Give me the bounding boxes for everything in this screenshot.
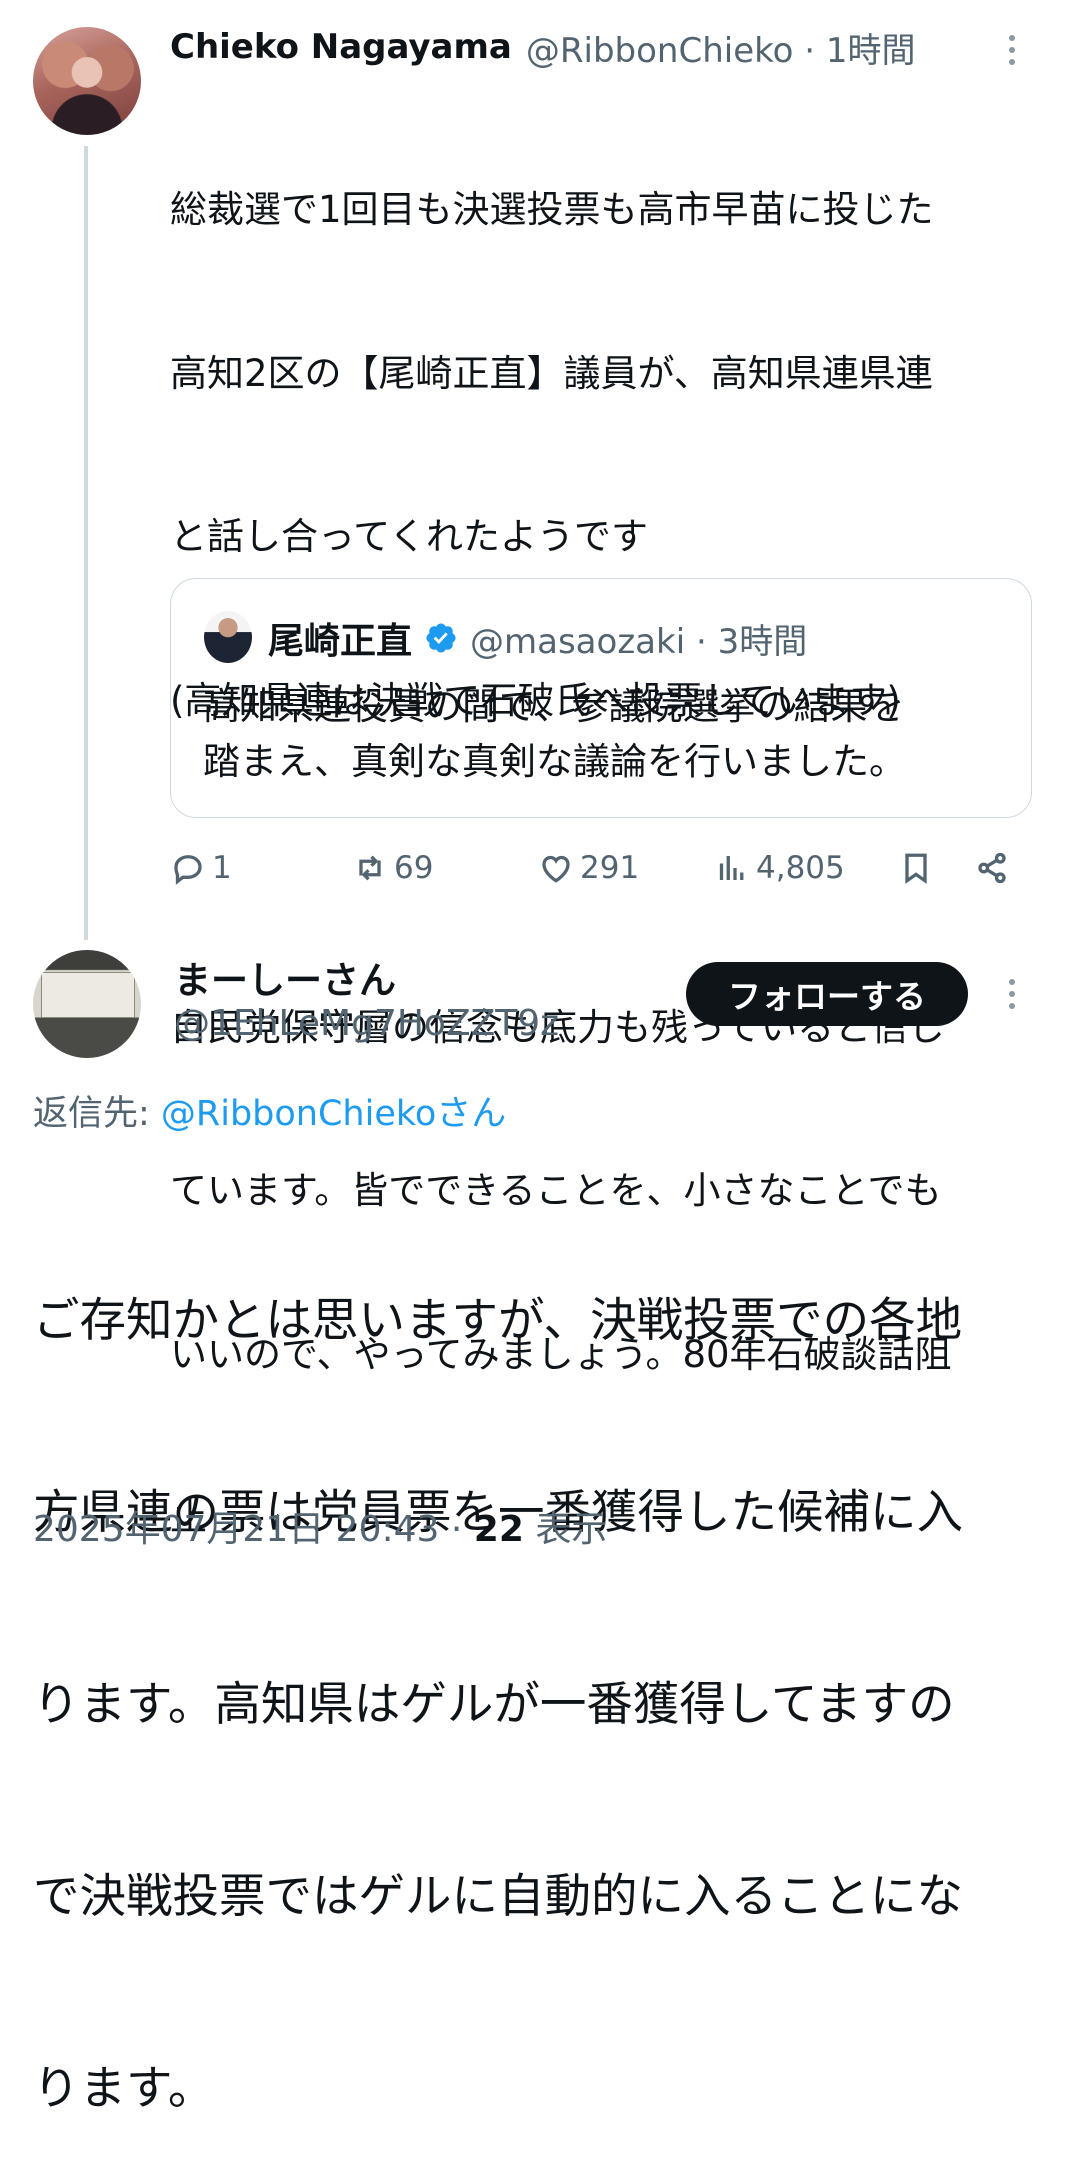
reply-author-avatar[interactable] (33, 950, 141, 1058)
retweet-count: 69 (394, 850, 434, 886)
replying-to-mention[interactable]: @RibbonChiekoさん (161, 1094, 506, 1134)
reply-text-line: ご存知かとは思いますが、決戦投票での各地 (33, 1293, 963, 1347)
reply-body: ご存知かとは思いますが、決戦投票での各地 方県連の票は党員票を一番獲得した候補に… (33, 1160, 1033, 2184)
like-button[interactable]: 291 (538, 850, 639, 886)
reply-text-line: ります。 (33, 2061, 215, 2115)
more-options-icon[interactable] (1000, 30, 1024, 70)
replying-to-label: 返信先: (33, 1094, 161, 1134)
reply-text-line: で決戦投票ではゲルに自動的に入ることにな (33, 1869, 963, 1923)
share-icon (978, 852, 1006, 884)
reply-author-name[interactable]: まーしーさん (174, 950, 396, 1004)
reply-icon (174, 855, 202, 885)
quoted-tweet-body: 高知県連役員の間で、参議院選挙の結果を 踏まえ、真剣な真剣な議論を行いました。 (203, 679, 1003, 789)
author-handle-text[interactable]: @RibbonChieko (526, 31, 794, 71)
quoted-author-handle: @masaozaki · 3時間 (470, 614, 807, 663)
reply-views-count: 22 (473, 1509, 524, 1550)
replying-to: 返信先: @RibbonChiekoさん (33, 1085, 506, 1136)
share-button[interactable] (974, 850, 1010, 886)
quoted-text-line: 高知県連役員の間で、参議院選挙の結果を (203, 685, 905, 728)
reply-text-line: ります。高知県はゲルが一番獲得してますの (33, 1677, 955, 1731)
retweet-button[interactable]: 69 (352, 850, 433, 886)
tweet-text-line: 高知2区の【尾崎正直】議員が、高知県連県連 (170, 351, 933, 395)
quoted-text-line: 踏まえ、真剣な真剣な議論を行いました。 (203, 740, 906, 783)
bookmark-icon (905, 853, 927, 884)
reply-more-options-icon[interactable] (1000, 974, 1024, 1014)
tweet-metadata: 2025年07月21日 20:43 · 22 表示 (33, 1500, 607, 1552)
tweet-time[interactable]: · 1時間 (804, 31, 915, 71)
author-handle[interactable]: @RibbonChieko · 1時間 (526, 23, 916, 72)
tweet-text-line: と話し合ってくれたようです (170, 515, 649, 558)
avatar-signboard-image (41, 972, 135, 1018)
reply-button[interactable]: 1 (170, 850, 232, 886)
quoted-tweet-card[interactable]: 尾崎正直 @masaozaki · 3時間 高知県連役員の間で、参議院選挙の結果… (170, 578, 1032, 818)
reply-views-label: 表示 (523, 1509, 608, 1550)
author-avatar[interactable] (33, 27, 141, 135)
analytics-icon (719, 856, 744, 880)
tweet-text-line: 総裁選で1回目も決選投票も高市早苗に投じた (170, 188, 934, 231)
tweet-header: Chieko Nagayama @RibbonChieko · 1時間 (170, 23, 916, 72)
views-count: 4,805 (756, 850, 845, 886)
quoted-tweet-time: · 3時間 (695, 621, 808, 662)
like-count: 291 (580, 850, 640, 886)
author-name[interactable]: Chieko Nagayama (170, 27, 512, 67)
bookmark-button[interactable] (898, 850, 934, 886)
reply-author-handle[interactable]: @1EhLeMg7HoZZT9z (174, 1003, 559, 1044)
follow-button[interactable]: フォローする (686, 962, 968, 1026)
retweet-icon (359, 855, 381, 881)
quoted-author-name: 尾崎正直 (268, 621, 413, 662)
thread-connector-line (84, 146, 88, 940)
heart-icon (542, 855, 570, 883)
reply-count: 1 (212, 850, 232, 886)
views-button[interactable]: 4,805 (714, 850, 845, 886)
tweet-timestamp[interactable]: 2025年07月21日 20:43 · (33, 1509, 474, 1550)
verified-badge-icon (426, 623, 456, 653)
quoted-author-avatar (204, 611, 252, 663)
quoted-tweet-header: 尾崎正直 @masaozaki · 3時間 (268, 613, 807, 663)
quoted-handle-text: @masaozaki (470, 621, 686, 662)
